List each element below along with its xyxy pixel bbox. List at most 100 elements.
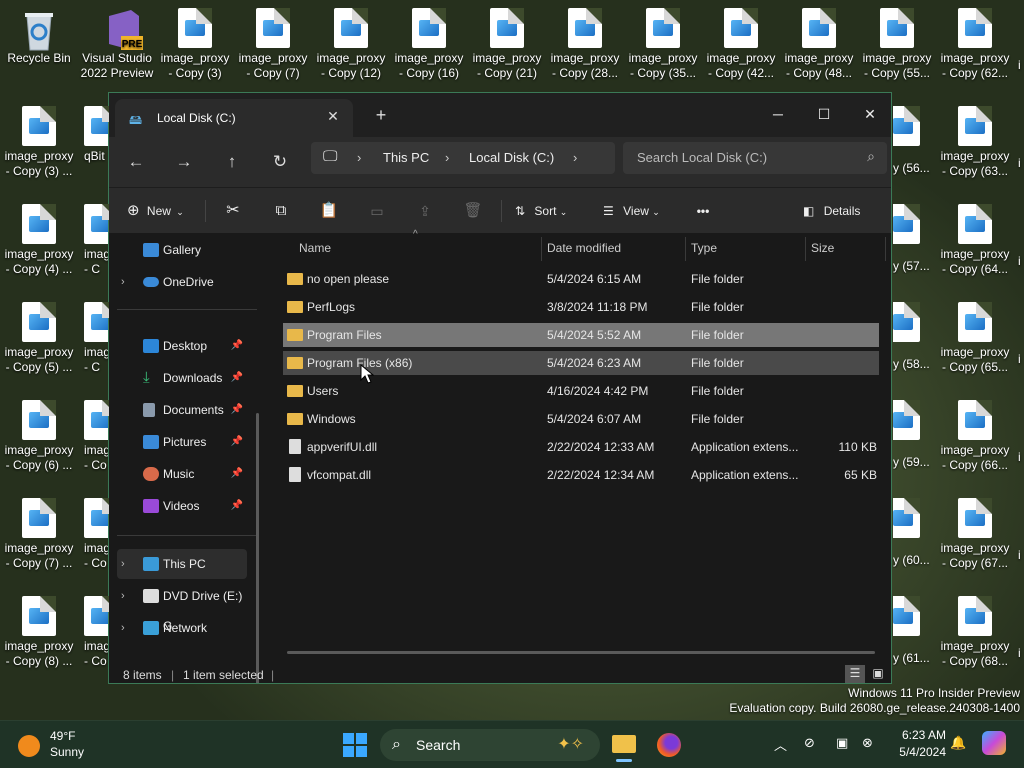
desktop-icon-partial-label[interactable]: i (1018, 352, 1021, 366)
more-options-button[interactable]: ••• (689, 198, 717, 224)
new-tab-button[interactable]: + (371, 105, 391, 126)
desktop-icon-image-proxy[interactable]: image_proxy - Copy (65... (937, 296, 1013, 375)
volume-icon[interactable]: ⊗ (862, 735, 873, 751)
chevron-right-icon[interactable]: › (121, 267, 125, 297)
address-bar[interactable]: 🖵 › This PC › Local Disk (C:) › (311, 142, 615, 174)
horizontal-scrollbar[interactable] (287, 651, 875, 654)
divider[interactable] (685, 237, 686, 261)
desktop-icon-image-proxy[interactable]: image_proxy - Copy (3) (157, 2, 233, 81)
taskbar-search[interactable]: ⌕ Search ✦✧ (380, 729, 600, 761)
delete-button[interactable]: 🗑 (461, 198, 485, 224)
start-button[interactable] (342, 729, 370, 761)
desktop-icon-partial-label[interactable]: i (1018, 450, 1021, 464)
desktop-icon-image-proxy[interactable]: y (59... (893, 394, 935, 470)
nav-item-music[interactable]: Music 📌 (117, 459, 247, 489)
screen-icon[interactable]: ▣ (836, 735, 848, 751)
tiles-view-toggle-icon[interactable]: ▣ (869, 665, 887, 683)
desktop-icon-recycle-bin[interactable]: Recycle Bin (1, 2, 77, 66)
desktop-icon-image-proxy[interactable]: image_proxy - Copy (68... (937, 590, 1013, 669)
desktop-icon-image-proxy[interactable]: image_proxy - Copy (48... (781, 2, 857, 81)
close-window-button[interactable]: ✕ (847, 99, 891, 129)
nav-item-onedrive[interactable]: › OneDrive (117, 267, 247, 297)
divider[interactable] (541, 237, 542, 261)
desktop-icon-image-proxy[interactable]: image_proxy - Copy (7) ... (1, 492, 77, 571)
pin-icon[interactable]: 📌 (231, 363, 243, 393)
file-row[interactable]: Program Files 5/4/2024 5:52 AM File folder (283, 323, 879, 347)
desktop-icon-visual-studio[interactable]: PRE Visual Studio 2022 Preview (79, 2, 155, 81)
desktop-icon-partial-label[interactable]: i (1018, 646, 1021, 660)
desktop-icon-image-proxy[interactable]: imag - C (79, 296, 109, 375)
desktop-icon-image-proxy[interactable]: y (60... (893, 492, 935, 568)
file-row[interactable]: PerfLogs 3/8/2024 11:18 PM File folder (283, 295, 879, 319)
divider[interactable] (885, 237, 886, 261)
desktop-icon-image-proxy[interactable]: image_proxy - Copy (67... (937, 492, 1013, 571)
nav-item-desktop[interactable]: Desktop 📌 (117, 331, 247, 361)
minimize-button[interactable]: ─ (755, 99, 801, 129)
desktop-icon-partial-label[interactable]: i (1018, 254, 1021, 268)
details-view-toggle-icon[interactable]: ☰ (845, 665, 865, 683)
paste-button[interactable]: 📋 (317, 198, 341, 224)
nav-item-documents[interactable]: Documents 📌 (117, 395, 247, 425)
pin-icon[interactable]: 📌 (231, 459, 243, 489)
nav-scrollbar[interactable] (256, 413, 259, 683)
taskbar-file-explorer[interactable] (610, 729, 638, 762)
file-row[interactable]: no open please 5/4/2024 6:15 AM File folde… (283, 267, 879, 291)
search-icon[interactable]: ⌕ (867, 148, 875, 165)
nav-item-videos[interactable]: Videos 📌 (117, 491, 247, 521)
pin-icon[interactable]: 📌 (231, 395, 243, 425)
maximize-button[interactable]: ☐ (801, 99, 847, 129)
view-button[interactable]: ☰ View ⌄ (603, 198, 669, 224)
desktop-icon-image-proxy[interactable]: imag - Co (79, 394, 109, 473)
notification-bell-icon[interactable]: 🔔 (950, 735, 966, 751)
tab-local-disk[interactable]: 🖴 Local Disk (C:) ✕ (115, 99, 353, 137)
column-header-name[interactable]: Name (299, 233, 331, 263)
desktop-icon-image-proxy[interactable]: y (57... (893, 198, 935, 274)
search-box[interactable]: Search Local Disk (C:) ⌕ (623, 142, 887, 174)
desktop-icon-image-proxy[interactable]: imag - Co (79, 492, 109, 571)
file-row[interactable]: Windows 5/4/2024 6:07 AM File folder (283, 407, 879, 431)
pin-icon[interactable]: 📌 (231, 427, 243, 457)
chevron-right-icon[interactable]: › (121, 613, 125, 643)
new-button[interactable]: ⊕ New ⌄ (127, 198, 193, 224)
column-header-date[interactable]: Date modified (547, 233, 621, 263)
copy-button[interactable]: ⧉ (269, 198, 293, 224)
desktop-icon-image-proxy[interactable]: image_proxy - Copy (6) ... (1, 394, 77, 473)
breadcrumb-local-disk[interactable]: Local Disk (C:) (469, 150, 554, 165)
desktop-icon-image-proxy[interactable]: image_proxy - Copy (42... (703, 2, 779, 81)
nav-item-pictures[interactable]: Pictures 📌 (117, 427, 247, 457)
nav-item-downloads[interactable]: ⤓ Downloads 📌 (117, 363, 247, 393)
file-row[interactable]: vfcompat.dll 2/22/2024 12:34 AM Applicatio… (283, 463, 879, 487)
share-button[interactable]: ⇪ (413, 198, 437, 224)
chevron-up-icon[interactable]: ︿ (774, 735, 787, 754)
nav-item-network[interactable]: › Network (117, 613, 247, 643)
desktop-icon-image-proxy[interactable]: imag - C (79, 198, 109, 277)
desktop-icon-partial-label[interactable]: i (1018, 548, 1021, 562)
desktop-icon-image-proxy[interactable]: y (58... (893, 296, 935, 372)
chevron-icon[interactable]: › (573, 150, 577, 165)
taskbar-firefox[interactable] (656, 729, 682, 761)
chevron-right-icon[interactable]: › (121, 549, 125, 579)
nav-item-gallery[interactable]: Gallery (117, 235, 247, 265)
details-button[interactable]: ◧ Details (803, 198, 875, 224)
close-tab-icon[interactable]: ✕ (323, 108, 343, 128)
sort-button[interactable]: ⇅ Sort ⌄ (515, 198, 579, 224)
refresh-icon[interactable]: ↻ (265, 148, 295, 176)
up-icon[interactable]: ↑ (217, 148, 247, 176)
desktop-icon-image-proxy[interactable]: image_proxy - Copy (12) (313, 2, 389, 81)
breadcrumb-this-pc[interactable]: This PC (383, 150, 429, 165)
network-offline-icon[interactable]: ⊘ (804, 735, 815, 751)
back-icon[interactable]: ← (121, 148, 151, 176)
desktop-icon-image-proxy[interactable]: y (56... (893, 100, 935, 176)
desktop-icon-image-proxy[interactable]: image_proxy - Copy (3) ... (1, 100, 77, 179)
nav-item-dvd-drive[interactable]: › DVD Drive (E:) G (117, 581, 247, 633)
column-header-type[interactable]: Type (691, 233, 717, 263)
desktop-icon-image-proxy[interactable]: image_proxy - Copy (8) ... (1, 590, 77, 669)
desktop-icon-partial-label[interactable]: i (1018, 156, 1021, 170)
column-header-size[interactable]: Size (811, 233, 834, 263)
desktop-icon-image-proxy[interactable]: image_proxy - Copy (5) ... (1, 296, 77, 375)
desktop-icon-image-proxy[interactable]: image_proxy - Copy (64... (937, 198, 1013, 277)
desktop-icon-image-proxy[interactable]: image_proxy - Copy (55... (859, 2, 935, 81)
nav-item-this-pc[interactable]: › This PC (117, 549, 247, 579)
desktop-icon-image-proxy[interactable]: image_proxy - Copy (35... (625, 2, 701, 81)
desktop-icon-image-proxy[interactable]: image_proxy - Copy (7) (235, 2, 311, 81)
